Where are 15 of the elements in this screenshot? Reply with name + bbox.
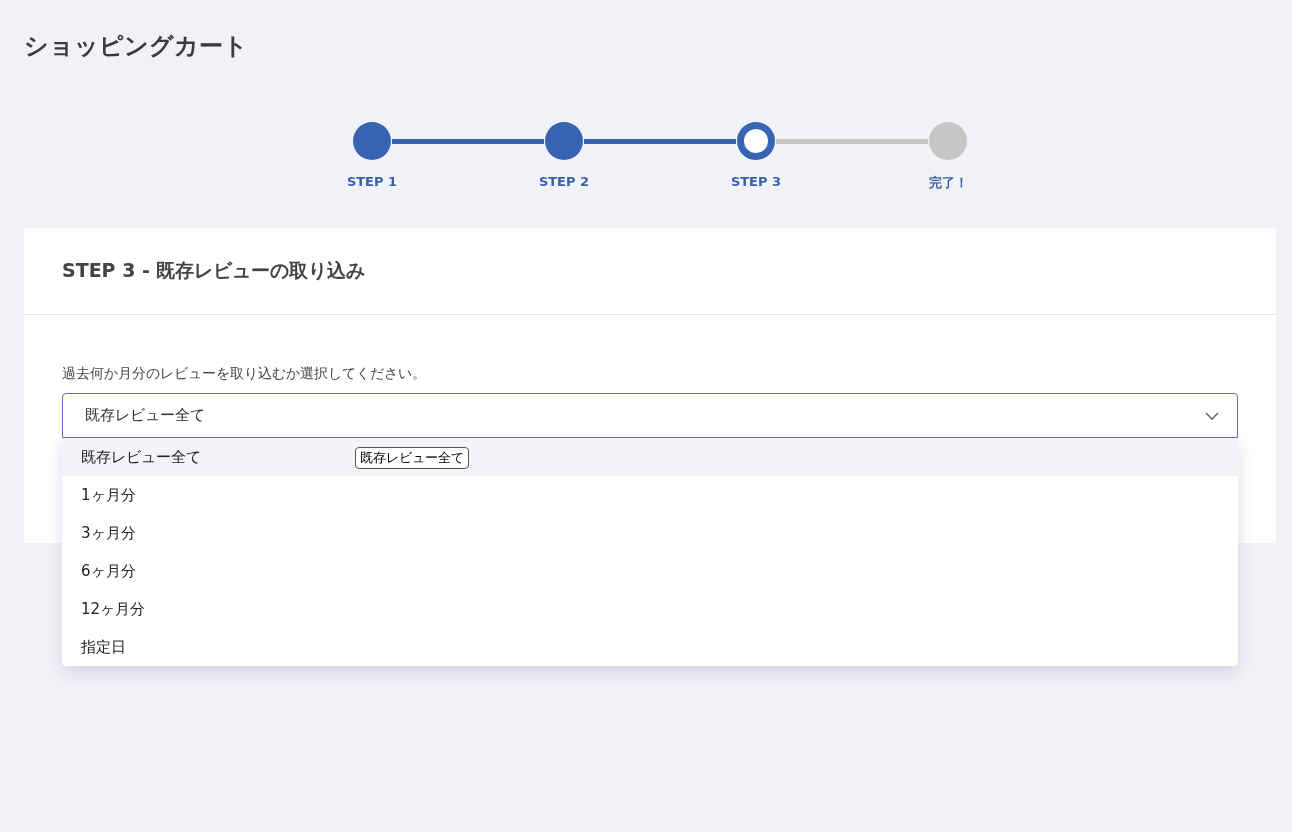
page-title: ショッピングカート <box>24 31 249 62</box>
dropdown-option[interactable]: 12ヶ月分 <box>62 590 1238 628</box>
prompt-text: 過去何か月分のレビューを取り込むか選択してください。 <box>62 365 427 383</box>
step-label: STEP 1 <box>346 174 398 189</box>
chevron-down-icon <box>1205 411 1219 420</box>
card-title: STEP 3 - 既存レビューの取り込み <box>62 258 366 283</box>
step-label: STEP 2 <box>538 174 590 189</box>
dropdown-option[interactable]: 6ヶ月分 <box>62 552 1238 590</box>
step-label: 完了！ <box>928 174 968 192</box>
tooltip: 既存レビュー全て <box>355 447 469 469</box>
dropdown-option[interactable]: 3ヶ月分 <box>62 514 1238 552</box>
step-label: STEP 3 <box>730 174 782 189</box>
select-field[interactable]: 既存レビュー全て <box>62 393 1238 438</box>
dropdown-option[interactable]: 指定日 <box>62 628 1238 666</box>
dropdown-option[interactable]: 1ヶ月分 <box>62 476 1238 514</box>
